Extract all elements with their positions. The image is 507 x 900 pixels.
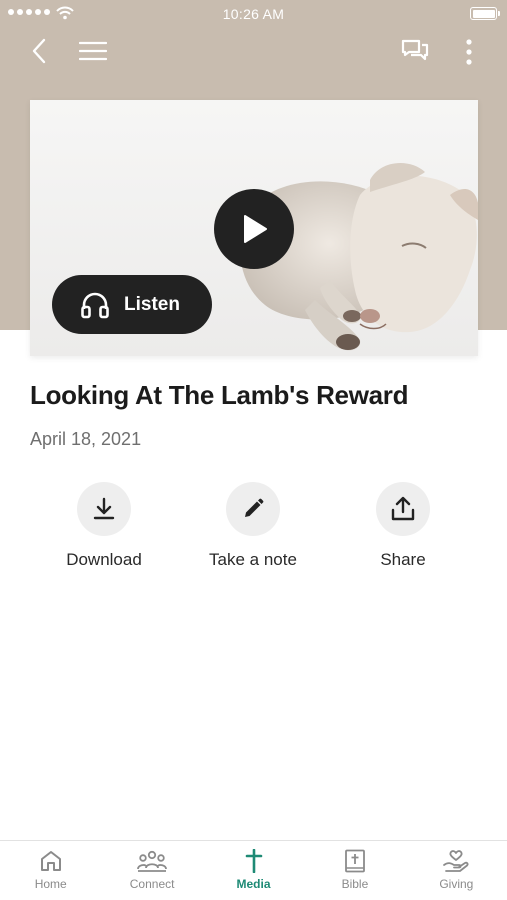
play-button[interactable] [214, 189, 294, 269]
cross-icon [245, 849, 262, 873]
chat-bubbles-icon [401, 39, 429, 61]
battery-icon [470, 7, 500, 20]
take-note-button[interactable]: Take a note [178, 482, 328, 570]
back-button[interactable] [22, 34, 56, 68]
download-button[interactable]: Download [29, 482, 179, 570]
tab-giving[interactable]: Giving [406, 841, 507, 900]
share-icon [391, 496, 415, 521]
more-vertical-icon [466, 39, 472, 65]
sermon-title: Looking At The Lamb's Reward [30, 380, 409, 410]
tab-connect[interactable]: Connect [101, 841, 202, 900]
giving-heart-icon [443, 850, 469, 872]
download-label: Download [66, 550, 142, 569]
tab-connect-label: Connect [129, 877, 175, 891]
tab-home[interactable]: Home [0, 841, 101, 900]
share-icon-circle[interactable] [376, 482, 430, 536]
bottom-tab-bar: Home Connect Media Bible Giving [0, 840, 507, 900]
take-note-icon-circle[interactable] [226, 482, 280, 536]
listen-label: Listen [124, 293, 180, 315]
play-icon [244, 215, 267, 243]
share-label: Share [380, 550, 426, 569]
sermon-artwork: Listen [30, 100, 478, 356]
menu-button[interactable] [76, 34, 110, 68]
sermon-date: April 18, 2021 [30, 429, 142, 449]
discussion-button[interactable] [397, 34, 433, 70]
tab-home-label: Home [34, 877, 67, 891]
more-options-button[interactable] [455, 34, 483, 70]
pencil-icon [245, 498, 264, 517]
chevron-left-icon [32, 38, 46, 64]
status-bar: 10:26 AM [0, 0, 507, 28]
tab-bible-label: Bible [341, 877, 369, 891]
take-note-label: Take a note [209, 550, 297, 569]
download-icon [93, 497, 115, 520]
tab-media[interactable]: Media [203, 841, 304, 900]
tab-giving-label: Giving [439, 877, 474, 891]
tab-media-label: Media [236, 877, 271, 891]
hamburger-menu-icon [79, 41, 107, 61]
people-icon [137, 850, 168, 872]
bible-icon [345, 849, 365, 873]
download-icon-circle[interactable] [77, 482, 131, 536]
home-icon [40, 851, 61, 871]
headphones-icon [81, 292, 109, 318]
share-button[interactable]: Share [328, 482, 478, 570]
status-time: 10:26 AM [222, 6, 285, 22]
tab-bible[interactable]: Bible [304, 841, 405, 900]
listen-button[interactable]: Listen [52, 275, 212, 334]
